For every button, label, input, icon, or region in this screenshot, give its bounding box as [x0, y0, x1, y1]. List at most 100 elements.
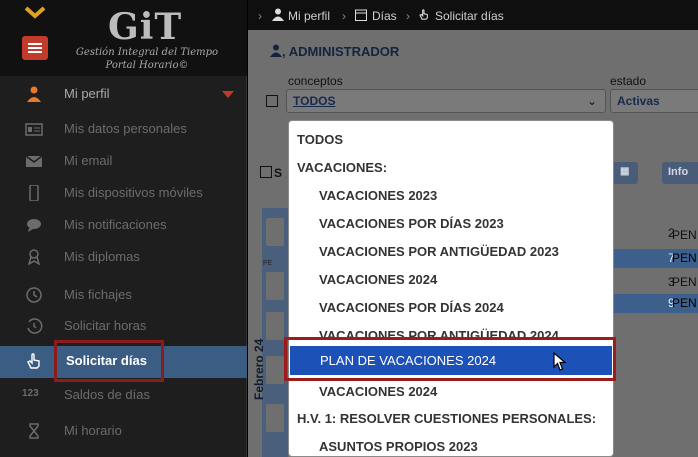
option-label: VACACIONES POR ANTIGÜEDAD 2023 [319, 244, 559, 259]
hamburger-menu-button[interactable] [22, 36, 48, 60]
history-icon [27, 318, 43, 334]
chevron-right-icon: › [258, 9, 262, 23]
breadcrumb: › Mi perfil › Días › Solicitar días [248, 0, 698, 30]
dropdown-option[interactable]: VACACIONES 2024 [289, 265, 613, 293]
sidebar-item-solicitar-horas[interactable]: Solicitar horas [0, 311, 247, 341]
envelope-icon [25, 155, 43, 167]
conceptos-dropdown-list[interactable]: TODOS VACACIONES: VACACIONES 2023 VACACI… [288, 120, 614, 457]
conceptos-selected-value: TODOS [293, 94, 336, 108]
page-title: , ADMINISTRADOR [270, 44, 399, 59]
estado-selected-value: Activas [617, 94, 660, 108]
informe-button[interactable]: Info [662, 162, 698, 184]
select-all-checkbox[interactable] [260, 166, 272, 178]
sidebar-item-label: Saldos de días [64, 387, 151, 402]
option-label: VACACIONES: [297, 160, 388, 175]
logo-area: GiT Gestión Integral del Tiempo Portal H… [0, 0, 247, 76]
table-icon: ▦ [620, 166, 630, 177]
status-abbrev: PE [263, 260, 273, 267]
sidebar-item-label: Mis datos personales [64, 121, 187, 136]
sidebar-item-label: Mis dispositivos móviles [64, 185, 203, 200]
user-icon [270, 44, 282, 57]
conceptos-select[interactable]: TODOS ⌄ [286, 89, 606, 113]
sidebar-item-label: Mi perfil [64, 86, 110, 101]
status-badge: PEN [672, 296, 697, 310]
comment-icon [27, 219, 41, 232]
estado-select[interactable]: Activas [610, 89, 698, 113]
option-label: VACACIONES POR DÍAS 2024 [319, 300, 504, 315]
month-label: Febrero 24 [252, 338, 266, 400]
option-label: ASUNTOS PROPIOS 2023 [319, 439, 478, 454]
logo-subtitle: Gestión Integral del Tiempo [75, 47, 219, 58]
option-label: TODOS [297, 132, 343, 147]
chevron-right-icon: › [342, 9, 346, 23]
sidebar-item-diplomas[interactable]: Mis diplomas [0, 242, 247, 272]
status-badge: PEN [672, 228, 697, 242]
dropdown-option[interactable]: TODOS [289, 125, 613, 153]
status-badge: PEN [672, 275, 697, 289]
git-logo: GiT [108, 6, 183, 48]
breadcrumb-item-mi-perfil[interactable]: Mi perfil [288, 9, 330, 23]
sidebar-item-dispositivos[interactable]: Mis dispositivos móviles [0, 178, 247, 208]
sidebar-item-fichajes[interactable]: Mis fichajes [0, 280, 247, 310]
user-name: , ADMINISTRADOR [282, 44, 400, 59]
dropdown-option[interactable]: VACACIONES POR DÍAS 2023 [289, 209, 613, 237]
dropdown-option[interactable]: VACACIONES POR DÍAS 2024 [289, 293, 613, 321]
sidebar-item-label: Mis diplomas [64, 249, 140, 264]
dropdown-group-header: H.V. 1: RESOLVER CUESTIONES PERSONALES: [289, 404, 613, 432]
conceptos-label: conceptos [288, 74, 343, 88]
calendar-day-cell[interactable] [266, 404, 284, 432]
sidebar-item-email[interactable]: Mi email [0, 146, 247, 176]
chevron-down-icon[interactable] [24, 6, 46, 20]
highlight-frame-sidebar [54, 340, 164, 382]
caret-down-icon [222, 91, 234, 98]
sidebar-item-label: Mi horario [64, 423, 122, 438]
logo-subtitle-2: Portal Horario© [105, 60, 189, 71]
calendar-month-panel: PE [262, 208, 288, 457]
dropdown-option[interactable]: VACACIONES POR ANTIGÜEDAD 2023 [289, 237, 613, 265]
sidebar: GiT Gestión Integral del Tiempo Portal H… [0, 0, 247, 457]
dropdown-option[interactable]: VACACIONES 2024 [289, 377, 613, 405]
conceptos-checkbox[interactable] [266, 95, 278, 107]
option-label: H.V. 1: RESOLVER CUESTIONES PERSONALES: [297, 411, 597, 426]
calendar-day-cell[interactable] [266, 312, 284, 340]
estado-label: estado [610, 74, 647, 88]
breadcrumb-item-solicitar-dias: Solicitar días [435, 9, 504, 23]
option-label: VACACIONES 2024 [319, 272, 438, 287]
select-all-label: S [274, 166, 283, 180]
sidebar-item-label: Solicitar horas [64, 318, 147, 333]
sidebar-item-notificaciones[interactable]: Mis notificaciones [0, 210, 247, 240]
option-label: VACACIONES 2024 [319, 384, 438, 399]
user-icon [27, 86, 41, 102]
dropdown-group-header: VACACIONES: [289, 153, 613, 181]
hourglass-icon [29, 423, 39, 439]
sidebar-item-datos-personales[interactable]: Mis datos personales [0, 114, 247, 144]
sidebar-item-label: Mi email [64, 153, 113, 168]
hand-pointer-icon [419, 9, 428, 20]
sidebar-item-label: Mis fichajes [64, 287, 132, 302]
breadcrumb-item-dias[interactable]: Días [372, 9, 397, 23]
calendar-icon [355, 9, 367, 21]
clock-icon [26, 287, 42, 303]
calendar-day-cell[interactable] [266, 272, 284, 300]
sidebar-item-label: Mis notificaciones [64, 217, 167, 232]
hand-pointer-icon [27, 353, 40, 369]
sidebar-item-horario[interactable]: Mi horario [0, 416, 247, 446]
mouse-cursor-icon [553, 352, 567, 371]
sidebar-item-saldos[interactable]: 123 Saldos de días [0, 380, 247, 410]
option-label: VACACIONES 2023 [319, 188, 438, 203]
numbers-icon: 123 [22, 388, 39, 399]
option-label: VACACIONES POR DÍAS 2023 [319, 216, 504, 231]
chevron-down-icon: ⌄ [586, 94, 597, 108]
id-card-icon [25, 123, 43, 136]
award-icon [27, 249, 41, 265]
informe-button-label: Info [668, 166, 689, 178]
sidebar-item-mi-perfil[interactable]: Mi perfil [0, 79, 247, 109]
user-icon [272, 8, 284, 21]
dropdown-option[interactable]: VACACIONES 2023 [289, 181, 613, 209]
calendar-day-cell[interactable] [266, 356, 284, 384]
chevron-right-icon: › [406, 9, 410, 23]
dropdown-option[interactable]: ASUNTOS PROPIOS 2023 [289, 432, 613, 456]
status-badge: PEN [672, 251, 697, 265]
calendar-day-cell[interactable] [266, 218, 284, 246]
mobile-icon [29, 185, 39, 201]
